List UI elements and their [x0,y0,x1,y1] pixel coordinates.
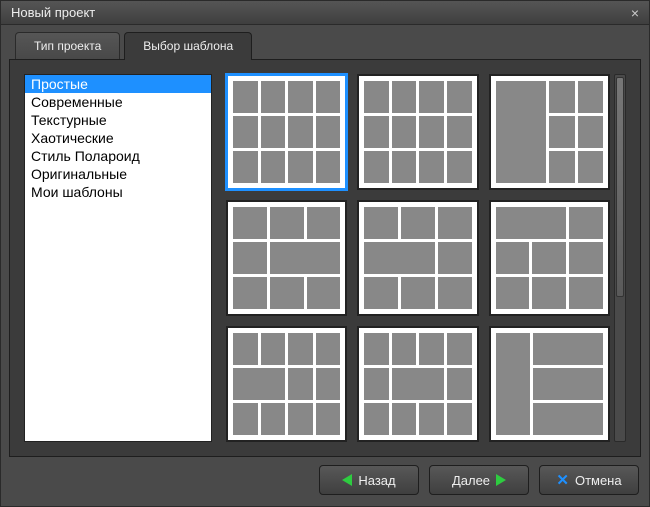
template-thumb[interactable] [226,74,347,190]
tab-template-select[interactable]: Выбор шаблона [124,32,252,60]
list-item[interactable]: Стиль Полароид [25,147,211,165]
template-thumb[interactable] [489,74,610,190]
list-item[interactable]: Хаотические [25,129,211,147]
next-button-label: Далее [452,473,490,488]
tab-project-type[interactable]: Тип проекта [15,32,120,60]
template-thumb[interactable] [357,74,478,190]
close-icon[interactable]: × [627,5,643,21]
cancel-button-label: Отмена [575,473,622,488]
cancel-button[interactable]: ✕ Отмена [539,465,639,495]
arrow-right-icon [496,474,506,486]
list-item[interactable]: Простые [25,75,211,93]
template-thumb[interactable] [489,200,610,316]
template-thumb[interactable] [226,326,347,442]
button-bar: Назад Далее ✕ Отмена [1,465,649,503]
content-panel: Простые Современные Текстурные Хаотическ… [9,59,641,457]
list-item[interactable]: Текстурные [25,111,211,129]
titlebar: Новый проект × [1,1,649,25]
category-list[interactable]: Простые Современные Текстурные Хаотическ… [24,74,212,442]
gallery-scrollbar[interactable] [614,74,626,442]
list-item[interactable]: Современные [25,93,211,111]
template-gallery [226,74,610,442]
list-item[interactable]: Оригинальные [25,165,211,183]
back-button[interactable]: Назад [319,465,419,495]
gallery-wrap [226,74,626,442]
template-thumb[interactable] [489,326,610,442]
list-item[interactable]: Мои шаблоны [25,183,211,201]
arrow-left-icon [342,474,352,486]
next-button[interactable]: Далее [429,465,529,495]
back-button-label: Назад [358,473,395,488]
close-icon: ✕ [556,471,569,489]
tabs: Тип проекта Выбор шаблона [1,25,649,59]
template-thumb[interactable] [357,200,478,316]
template-thumb[interactable] [226,200,347,316]
template-thumb[interactable] [357,326,478,442]
scrollbar-thumb[interactable] [616,77,624,297]
window-title: Новый проект [11,5,95,20]
